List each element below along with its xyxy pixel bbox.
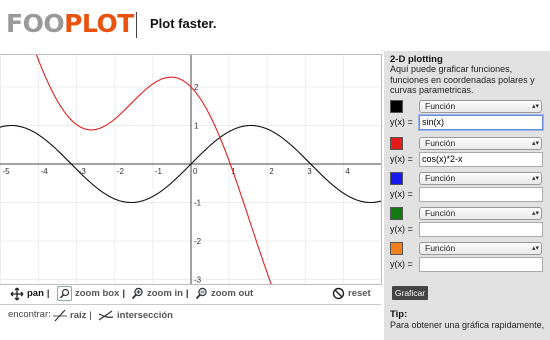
function-type-select[interactable]: Función ▴▾ bbox=[419, 207, 542, 220]
x-tick-label: -4 bbox=[41, 167, 49, 176]
color-swatch[interactable] bbox=[390, 137, 403, 150]
zoom-out-icon bbox=[195, 287, 207, 300]
function-type-value: Función bbox=[425, 173, 456, 183]
find-label: encontrar: bbox=[8, 309, 51, 320]
function-input[interactable] bbox=[419, 222, 543, 237]
fooplot-logo[interactable]: FOOPLOT bbox=[6, 10, 134, 38]
select-arrows-icon: ▴▾ bbox=[531, 140, 539, 147]
y-tick-label: 1 bbox=[194, 122, 199, 131]
function-input[interactable]: cos(x)*2-x bbox=[419, 152, 543, 167]
zoom-box-icon bbox=[57, 286, 72, 301]
plot-axes bbox=[0, 55, 381, 284]
reset-tool[interactable]: reset bbox=[332, 286, 371, 301]
select-arrows-icon: ▴▾ bbox=[531, 175, 539, 182]
find-root-tool[interactable]: raíz | bbox=[53, 309, 92, 322]
function-label: y(x) = bbox=[390, 117, 413, 127]
color-swatch[interactable] bbox=[390, 207, 403, 220]
function-input[interactable] bbox=[419, 187, 543, 202]
tip-text: Para obtener una gráfica rapidamente, bbox=[390, 320, 545, 330]
zoom-in-label: zoom in bbox=[147, 288, 183, 299]
function-row-5: Función ▴▾ y(x) = bbox=[390, 242, 550, 276]
zoom-box-tool[interactable]: zoom box | bbox=[57, 286, 125, 301]
logo-text-foo: FOO bbox=[6, 9, 65, 38]
function-label: y(x) = bbox=[390, 189, 413, 199]
function-label: y(x) = bbox=[390, 154, 413, 164]
function-label: y(x) = bbox=[390, 224, 413, 234]
select-arrows-icon: ▴▾ bbox=[531, 210, 539, 217]
function-type-value: Función bbox=[425, 101, 456, 111]
color-swatch[interactable] bbox=[390, 172, 403, 185]
function-row-1: Función ▴▾ y(x) = sin(x) bbox=[390, 100, 550, 134]
header: FOOPLOT Plot faster. bbox=[0, 0, 550, 50]
find-intersection-tool[interactable]: intersección bbox=[98, 309, 173, 322]
toolbar-separator: | bbox=[185, 288, 189, 299]
function-row-4: Función ▴▾ y(x) = bbox=[390, 207, 550, 241]
x-tick-label: 2 bbox=[269, 167, 274, 176]
panel-description: Aquí puede graficar funciones, funciones… bbox=[390, 64, 535, 95]
x-tick-labels: -5 -4 -3 -2 -1 0 1 2 3 4 bbox=[3, 167, 351, 176]
plot-svg[interactable]: -5-4-3-2-101234 321-1-2-3 bbox=[0, 55, 381, 284]
tagline: Plot faster. bbox=[150, 16, 217, 31]
function-label: y(x) = bbox=[390, 259, 413, 269]
reset-label: reset bbox=[348, 288, 371, 299]
function-type-value: Función bbox=[425, 138, 456, 148]
graficar-button[interactable]: Graficar bbox=[392, 286, 428, 300]
header-divider bbox=[136, 12, 137, 38]
function-type-select[interactable]: Función ▴▾ bbox=[419, 100, 542, 113]
function-type-select[interactable]: Función ▴▾ bbox=[419, 137, 542, 150]
x-tick-label: -1 bbox=[155, 167, 163, 176]
find-bar: encontrar: raíz | intersección bbox=[0, 305, 381, 326]
x-tick-label: 4 bbox=[345, 167, 350, 176]
tip-title: Tip: bbox=[390, 309, 408, 320]
color-swatch[interactable] bbox=[390, 100, 403, 113]
function-type-select[interactable]: Función ▴▾ bbox=[419, 172, 542, 185]
function-type-value: Función bbox=[425, 243, 456, 253]
pan-label: pan bbox=[27, 288, 44, 299]
reset-icon bbox=[332, 287, 345, 300]
function-type-select[interactable]: Función ▴▾ bbox=[419, 242, 542, 255]
plot-canvas[interactable]: -5-4-3-2-101234 321-1-2-3 bbox=[0, 54, 382, 285]
pan-icon bbox=[10, 287, 24, 300]
pan-tool[interactable]: pan | bbox=[10, 286, 50, 301]
x-tick-label: 0 bbox=[193, 167, 198, 176]
function-panel: 2-D plotting Aquí puede graficar funcion… bbox=[384, 51, 550, 340]
intersection-label: intersección bbox=[117, 310, 173, 321]
zoom-in-icon bbox=[131, 287, 143, 300]
select-arrows-icon: ▴▾ bbox=[531, 103, 539, 110]
root-icon bbox=[53, 309, 67, 322]
toolbar-separator: | bbox=[46, 288, 50, 299]
function-input[interactable]: sin(x) bbox=[419, 115, 543, 130]
function-row-2: Función ▴▾ y(x) = cos(x)*2-x bbox=[390, 137, 550, 171]
x-tick-label: 3 bbox=[307, 167, 312, 176]
zoom-out-label: zoom out bbox=[211, 288, 254, 299]
color-swatch[interactable] bbox=[390, 242, 403, 255]
y-tick-label: -1 bbox=[194, 199, 202, 208]
function-input[interactable] bbox=[419, 257, 543, 272]
x-tick-label: -5 bbox=[3, 167, 11, 176]
zoom-box-label: zoom box bbox=[75, 288, 120, 299]
logo-text-plot: PLOT bbox=[64, 9, 134, 38]
select-arrows-icon: ▴▾ bbox=[531, 245, 539, 252]
function-type-value: Función bbox=[425, 208, 456, 218]
zoom-out-tool[interactable]: zoom out bbox=[195, 286, 253, 301]
root-label: raíz bbox=[70, 310, 87, 321]
find-separator: | bbox=[89, 310, 92, 321]
toolbar-separator: | bbox=[122, 288, 126, 299]
function-row-3: Función ▴▾ y(x) = bbox=[390, 172, 550, 206]
intersection-icon bbox=[98, 310, 114, 321]
x-tick-label: -2 bbox=[117, 167, 125, 176]
plot-toolbar: pan | zoom box | zoom in | zoom out rese… bbox=[0, 283, 381, 305]
y-tick-label: -2 bbox=[194, 237, 202, 246]
zoom-in-tool[interactable]: zoom in | bbox=[131, 286, 189, 301]
